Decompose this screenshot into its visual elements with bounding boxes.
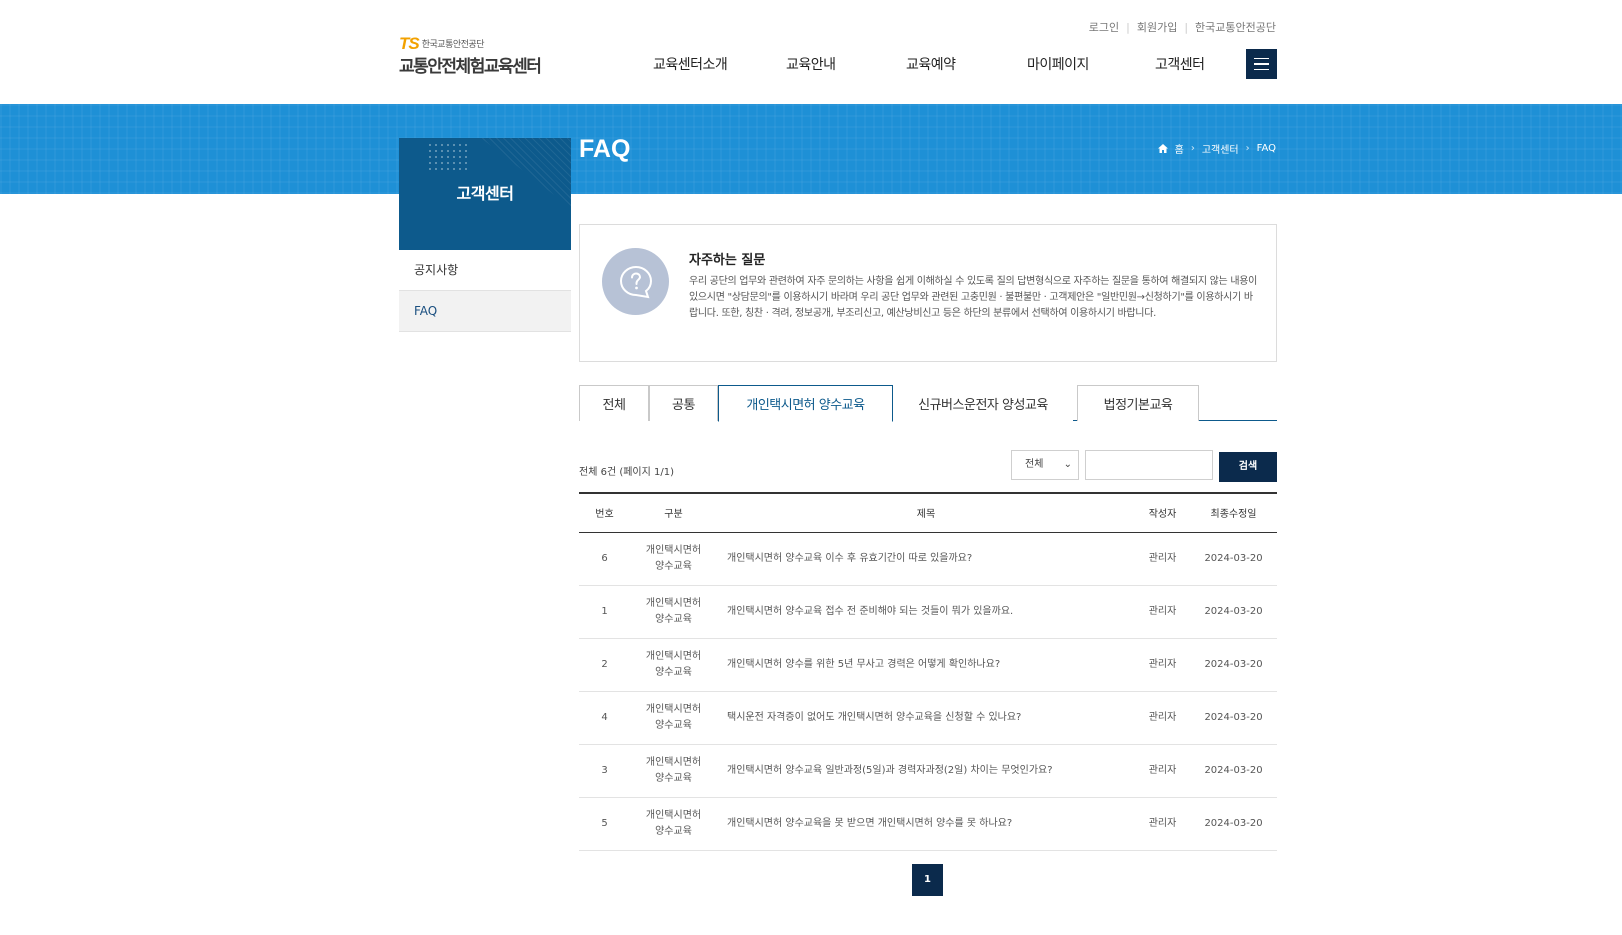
faq-table: 번호 구분 제목 작성자 최종수정일 6 개인택시면허 양수교육 개인택시면허 양… (579, 492, 1277, 851)
tab-new-bus-driver[interactable]: 신규버스운전자 양성교육 (893, 385, 1073, 421)
row-date: 2024-03-20 (1190, 797, 1277, 851)
col-header-title: 제목 (717, 492, 1135, 533)
breadcrumb-current: FAQ (1256, 143, 1276, 154)
breadcrumb-home[interactable]: 홈 (1175, 141, 1184, 156)
table-header-row: 번호 구분 제목 작성자 최종수정일 (579, 492, 1277, 533)
main-nav: 교육센터소개 교육안내 교육예약 마이페이지 고객센터 (640, 54, 1235, 74)
page-title: FAQ (579, 135, 631, 163)
row-title-link[interactable]: 개인택시면허 양수교육 일반과정(5일)과 경력자과정(2일) 차이는 무엇인가… (717, 744, 1135, 798)
table-row[interactable]: 5 개인택시면허 양수교육 개인택시면허 양수교육을 못 받으면 개인택시면허 양… (579, 797, 1277, 851)
row-category: 개인택시면허 양수교육 (630, 585, 717, 639)
tab-all[interactable]: 전체 (579, 385, 649, 421)
row-author: 관리자 (1135, 744, 1190, 798)
row-author: 관리자 (1135, 532, 1190, 586)
row-title-link[interactable]: 택시운전 자격증이 없어도 개인택시면허 양수교육을 신청할 수 있나요? (717, 691, 1135, 745)
row-date: 2024-03-20 (1190, 691, 1277, 745)
row-title-link[interactable]: 개인택시면허 양수교육 이수 후 유효기간이 따로 있을까요? (717, 532, 1135, 586)
row-author: 관리자 (1135, 797, 1190, 851)
row-number: 6 (579, 532, 630, 586)
row-date: 2024-03-20 (1190, 744, 1277, 798)
search-button[interactable]: 검색 (1219, 452, 1277, 482)
select-value: 전체 (1025, 459, 1044, 470)
col-header-category: 구분 (630, 492, 717, 533)
faq-intro-box: 자주하는 질문 우리 공단의 업무와 관련하여 자주 문의하는 사항을 쉽게 이… (579, 224, 1277, 362)
row-title-link[interactable]: 개인택시면허 양수교육을 못 받으면 개인택시면허 양수를 못 하나요? (717, 797, 1135, 851)
row-category: 개인택시면허 양수교육 (630, 691, 717, 745)
row-author: 관리자 (1135, 638, 1190, 692)
logo-site-title: 교통안전체험교육센터 (399, 57, 542, 77)
nav-item-about[interactable]: 교육센터소개 (653, 54, 786, 74)
row-category: 개인택시면허 양수교육 (630, 797, 717, 851)
nav-item-reservation[interactable]: 교육예약 (906, 54, 1027, 74)
nav-item-support[interactable]: 고객센터 (1155, 54, 1235, 74)
search-category-select[interactable]: 전체 ⌄ (1011, 450, 1079, 480)
row-number: 5 (579, 797, 630, 851)
logo-org-name: 한국교통안전공단 (421, 40, 485, 50)
table-row[interactable]: 6 개인택시면허 양수교육 개인택시면허 양수교육 이수 후 유효기간이 따로 있… (579, 532, 1277, 586)
divider: | (1184, 20, 1189, 34)
row-number: 3 (579, 744, 630, 798)
tab-legal-basic[interactable]: 법정기본교육 (1077, 385, 1199, 421)
row-category: 개인택시면허 양수교육 (630, 532, 717, 586)
lnb-item-faq[interactable]: FAQ (399, 291, 571, 332)
row-category: 개인택시면허 양수교육 (630, 744, 717, 798)
divider: | (1126, 20, 1130, 34)
utility-links: 로그인 | 회원가입 | 한국교통안전공단 (1089, 19, 1276, 35)
sub-visual-banner (0, 104, 1622, 194)
nav-item-guide[interactable]: 교육안내 (786, 54, 906, 74)
kotsa-link[interactable]: 한국교통안전공단 (1195, 19, 1276, 35)
pagination-page-1[interactable]: 1 (912, 864, 943, 896)
row-number: 4 (579, 691, 630, 745)
table-row[interactable]: 1 개인택시면허 양수교육 개인택시면허 양수교육 접수 전 준비해야 되는 것들… (579, 585, 1277, 639)
row-author: 관리자 (1135, 585, 1190, 639)
col-header-author: 작성자 (1135, 492, 1190, 533)
category-tabs: 전체 공통 개인택시면허 양수교육 신규버스운전자 양성교육 법정기본교육 (579, 385, 1277, 422)
chevron-right-icon: › (1245, 143, 1250, 154)
row-date: 2024-03-20 (1190, 532, 1277, 586)
chevron-right-icon: › (1190, 143, 1195, 154)
table-row[interactable]: 3 개인택시면허 양수교육 개인택시면허 양수교육 일반과정(5일)과 경력자과정… (579, 744, 1277, 798)
lnb-item-notice[interactable]: 공지사항 (399, 250, 571, 291)
login-link[interactable]: 로그인 (1089, 19, 1119, 35)
intro-title: 자주하는 질문 (689, 253, 766, 268)
table-row[interactable]: 4 개인택시면허 양수교육 택시운전 자격증이 없어도 개인택시면허 양수교육을 … (579, 691, 1277, 745)
row-category: 개인택시면허 양수교육 (630, 638, 717, 692)
result-count: 전체 6건 (페이지 1/1) (579, 467, 674, 478)
breadcrumb-support[interactable]: 고객센터 (1202, 141, 1239, 156)
row-date: 2024-03-20 (1190, 638, 1277, 692)
search-input[interactable] (1085, 450, 1213, 480)
site-logo[interactable]: TS 한국교통안전공단 교통안전체험교육센터 (399, 34, 542, 77)
lnb-header: 고객센터 (399, 138, 571, 250)
col-header-no: 번호 (579, 492, 630, 533)
ts-logo-mark: TS (399, 34, 420, 53)
breadcrumb: 홈 › 고객센터 › FAQ (1157, 141, 1276, 156)
col-header-date: 최종수정일 (1190, 492, 1277, 533)
row-title-link[interactable]: 개인택시면허 양수교육 접수 전 준비해야 되는 것들이 뭐가 있을까요. (717, 585, 1135, 639)
intro-description: 우리 공단의 업무와 관련하여 자주 문의하는 사항을 쉽게 이해하실 수 있도… (689, 276, 1258, 319)
table-row[interactable]: 2 개인택시면허 양수교육 개인택시면허 양수를 위한 5년 무사고 경력은 어떻… (579, 638, 1277, 692)
hamburger-menu-icon[interactable] (1246, 49, 1277, 79)
nav-item-mypage[interactable]: 마이페이지 (1027, 54, 1155, 74)
row-date: 2024-03-20 (1190, 585, 1277, 639)
lnb-title: 고객센터 (456, 184, 514, 203)
tab-common[interactable]: 공통 (649, 385, 718, 421)
signup-link[interactable]: 회원가입 (1137, 19, 1177, 35)
row-title-link[interactable]: 개인택시면허 양수를 위한 5년 무사고 경력은 어떻게 확인하나요? (717, 638, 1135, 692)
dot-pattern (427, 142, 469, 170)
chevron-down-icon: ⌄ (1063, 459, 1072, 470)
home-icon (1157, 144, 1168, 153)
row-author: 관리자 (1135, 691, 1190, 745)
question-chat-icon (602, 248, 669, 315)
row-number: 1 (579, 585, 630, 639)
row-number: 2 (579, 638, 630, 692)
tab-taxi-transfer[interactable]: 개인택시면허 양수교육 (718, 385, 893, 422)
